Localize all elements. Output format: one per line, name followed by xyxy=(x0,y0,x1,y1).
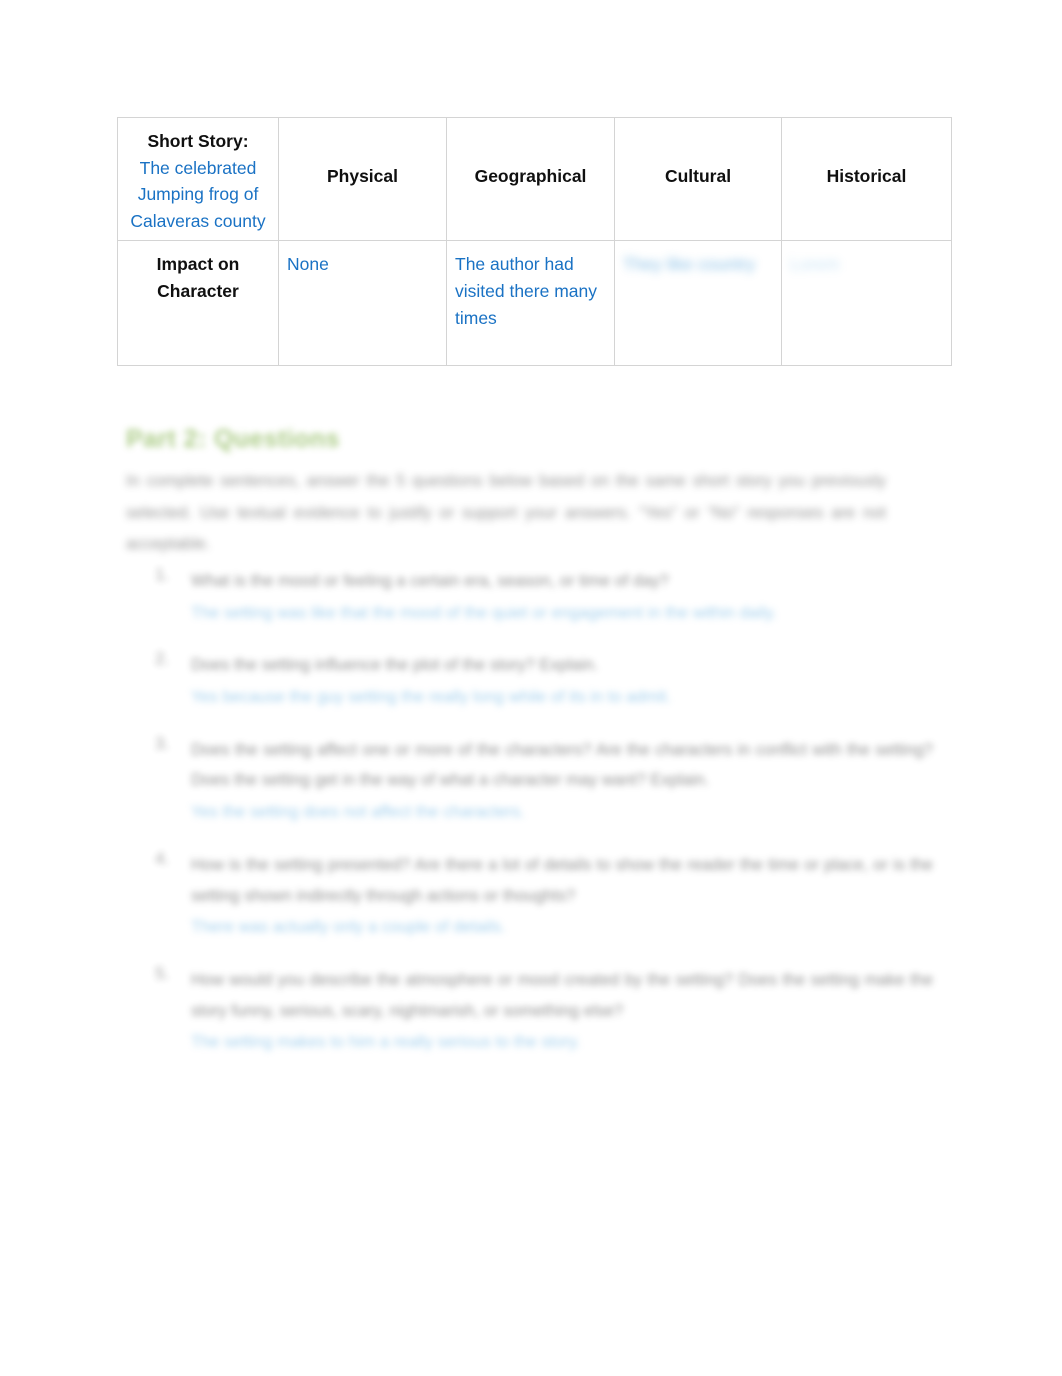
setting-analysis-table: Short Story: The celebrated Jumping frog… xyxy=(117,116,952,367)
answer-cell-historical[interactable]: Lorem xyxy=(781,240,952,367)
column-header-historical: Historical xyxy=(781,116,952,242)
column-header-geographical: Geographical xyxy=(446,116,615,242)
answer-cell-cultural[interactable]: They like country xyxy=(614,240,782,367)
answer-cell-physical[interactable]: None xyxy=(278,240,447,367)
question-body: What is the mood or feeling a certain er… xyxy=(191,566,933,628)
question-body: Does the setting affect one or more of t… xyxy=(191,735,933,828)
document-page: Short Story: The celebrated Jumping frog… xyxy=(0,0,1062,1376)
answer-text: The author had visited there many times xyxy=(455,254,598,328)
column-header-label: Geographical xyxy=(474,166,587,186)
question-prompt: How would you describe the atmosphere or… xyxy=(191,970,933,1020)
answer-text-obscured: Lorem xyxy=(790,254,840,275)
answer-text: None xyxy=(287,254,329,275)
story-title-cell: Short Story: The celebrated Jumping frog… xyxy=(117,116,279,242)
list-item: 4. How is the setting presented? Are the… xyxy=(143,850,933,943)
list-item: 5. How would you describe the atmosphere… xyxy=(143,965,933,1058)
question-prompt: Does the setting influence the plot of t… xyxy=(191,656,599,675)
list-item: 1. What is the mood or feeling a certain… xyxy=(143,566,933,628)
list-item: 3. Does the setting affect one or more o… xyxy=(143,735,933,828)
column-header-physical: Physical xyxy=(278,116,447,242)
setting-analysis-table-container: Short Story: The celebrated Jumping frog… xyxy=(117,116,952,367)
question-body: How would you describe the atmosphere or… xyxy=(191,965,933,1058)
question-number: 1. xyxy=(155,566,169,584)
question-prompt: Does the setting affect one or more of t… xyxy=(191,740,933,790)
column-header-label: Physical xyxy=(326,166,399,186)
part-section-heading: Part 2: Questions xyxy=(126,425,340,453)
part-section-intro: In complete sentences, answer the 5 ques… xyxy=(126,472,886,554)
question-number: 4. xyxy=(155,849,169,868)
column-header-label: Cultural xyxy=(664,166,732,186)
question-answer[interactable]: The setting was like that the mood of th… xyxy=(191,598,933,629)
question-answer[interactable]: The setting makes to him a really seriou… xyxy=(191,1027,933,1058)
question-prompt: How is the setting presented? Are there … xyxy=(191,855,933,905)
list-item: 2. Does the setting influence the plot o… xyxy=(143,650,933,712)
question-body: Does the setting influence the plot of t… xyxy=(191,650,933,712)
answer-text-obscured: They like country xyxy=(623,254,756,275)
column-header-label: Historical xyxy=(826,166,907,186)
row-label-impact-on-character: Impact on Character xyxy=(117,240,279,367)
table-row: Impact on Character None The author had … xyxy=(117,240,952,367)
short-story-label: Short Story: xyxy=(147,131,249,151)
column-header-cultural: Cultural xyxy=(614,116,782,242)
question-answer[interactable]: Yes because the guy setting the really l… xyxy=(191,682,933,713)
question-number: 2. xyxy=(155,650,169,669)
short-story-title: The celebrated Jumping frog of Calaveras… xyxy=(130,157,266,231)
question-number: 3. xyxy=(155,734,169,753)
question-answer[interactable]: There was actually only a couple of deta… xyxy=(191,912,933,943)
question-prompt: What is the mood or feeling a certain er… xyxy=(191,572,669,590)
question-body: How is the setting presented? Are there … xyxy=(191,850,933,943)
questions-list: 1. What is the mood or feeling a certain… xyxy=(143,566,933,1080)
question-number: 5. xyxy=(155,964,169,983)
table-header-row: Short Story: The celebrated Jumping frog… xyxy=(117,116,952,242)
question-answer[interactable]: Yes the setting does not affect the char… xyxy=(191,797,933,828)
row-label-text: Impact on Character xyxy=(156,254,240,301)
answer-cell-geographical[interactable]: The author had visited there many times xyxy=(446,240,615,367)
